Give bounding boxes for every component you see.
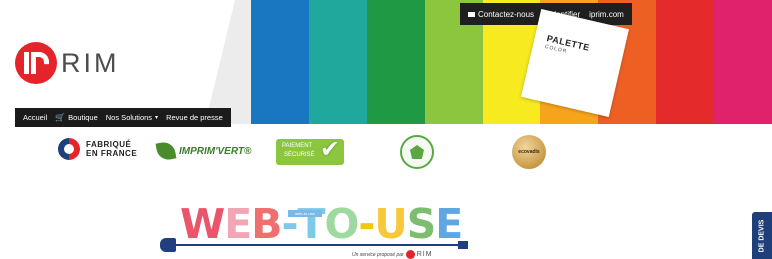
cart-icon: 🛒 — [55, 113, 66, 122]
france-map-icon — [410, 145, 424, 159]
web-to-use-letter-8: S — [406, 200, 437, 248]
web-to-use-letter-1: E — [224, 200, 252, 248]
web-to-use-letter-0: W — [180, 200, 225, 248]
fabrique-line1: FABRIQUÉ — [86, 140, 132, 149]
color-stripe-7 — [656, 0, 715, 124]
web-to-use-letter-2: B — [251, 200, 282, 248]
logo-mark-icon — [15, 42, 57, 84]
color-stripe-0 — [251, 0, 309, 124]
nav-label-revue: Revue de presse — [166, 113, 223, 122]
site-link[interactable]: iprim.com — [589, 10, 624, 19]
web-to-use-letter-5: O — [324, 200, 360, 248]
main-nav: Accueil 🛒 Boutique Nos Solutions ▾ Revue d… — [15, 108, 231, 127]
web-to-use-letter-6: - — [358, 200, 375, 248]
nav-item-accueil[interactable]: Accueil — [23, 113, 47, 122]
tagline-text: Un service proposé par — [352, 251, 404, 258]
logo-text: RIM — [61, 47, 120, 78]
badges-row: FABRIQUÉ EN FRANCE IMPRIM'VERT® PAIEMENT … — [0, 134, 772, 174]
color-stripe-8 — [714, 0, 772, 124]
imprim-vert-label: IMPRIM'VERT® — [179, 145, 252, 157]
paiement-line2: SÉCURISÉ — [284, 152, 315, 158]
leaf-icon — [155, 140, 177, 162]
imprim-vert-badge: IMPRIM'VERT® — [155, 140, 252, 162]
mini-brand-text: RIM — [416, 251, 433, 258]
devis-side-tab-label: DE DEVIS — [758, 219, 766, 252]
web-to-use-banner[interactable]: WEB-TO-USE web-to-use Un service proposé… — [160, 200, 480, 259]
page: RIM Contactez-nous S'identifier iprim.co… — [0, 0, 772, 259]
fabrique-line2: EN FRANCE — [86, 149, 138, 158]
paiement-securise-badge: PAIEMENT SÉCURISÉ ✔ — [276, 136, 344, 165]
mini-logo-icon — [405, 250, 415, 259]
nav-item-solutions[interactable]: Nos Solutions ▾ — [106, 113, 158, 122]
france-seal-badge — [400, 135, 434, 169]
caret-down-icon: ▾ — [155, 115, 159, 121]
web-to-use-letter-9: E — [435, 200, 463, 248]
fabrique-en-france-badge: FABRIQUÉ EN FRANCE — [58, 138, 137, 160]
web-to-use-tagline: Un service proposé par RIM — [352, 250, 433, 259]
ecovadis-badge: ecovadis — [512, 135, 546, 169]
checkmark-icon: ✔ — [319, 136, 340, 163]
web-to-use-small-label: web-to-use — [288, 210, 322, 217]
contact-link[interactable]: Contactez-nous — [468, 10, 534, 19]
nav-label-solutions: Nos Solutions — [105, 113, 153, 122]
nav-item-boutique[interactable]: 🛒 Boutique — [55, 113, 98, 122]
ecovadis-label: ecovadis — [518, 149, 540, 155]
location-pin-icon — [58, 138, 80, 160]
mail-icon — [468, 11, 475, 17]
color-stripe-1 — [308, 0, 367, 124]
iprim-logo[interactable]: RIM — [15, 42, 120, 84]
nav-item-revue[interactable]: Revue de presse — [166, 113, 223, 122]
devis-side-tab[interactable]: DE DEVIS — [752, 212, 772, 259]
contact-label: Contactez-nous — [478, 9, 535, 19]
color-stripe-2 — [366, 0, 425, 124]
nav-label-accueil: Accueil — [23, 113, 48, 122]
paiement-line1: PAIEMENT — [282, 143, 313, 149]
nav-label-boutique: Boutique — [68, 113, 98, 122]
web-to-use-letter-7: U — [374, 200, 407, 248]
header: RIM Contactez-nous S'identifier iprim.co… — [0, 0, 772, 127]
